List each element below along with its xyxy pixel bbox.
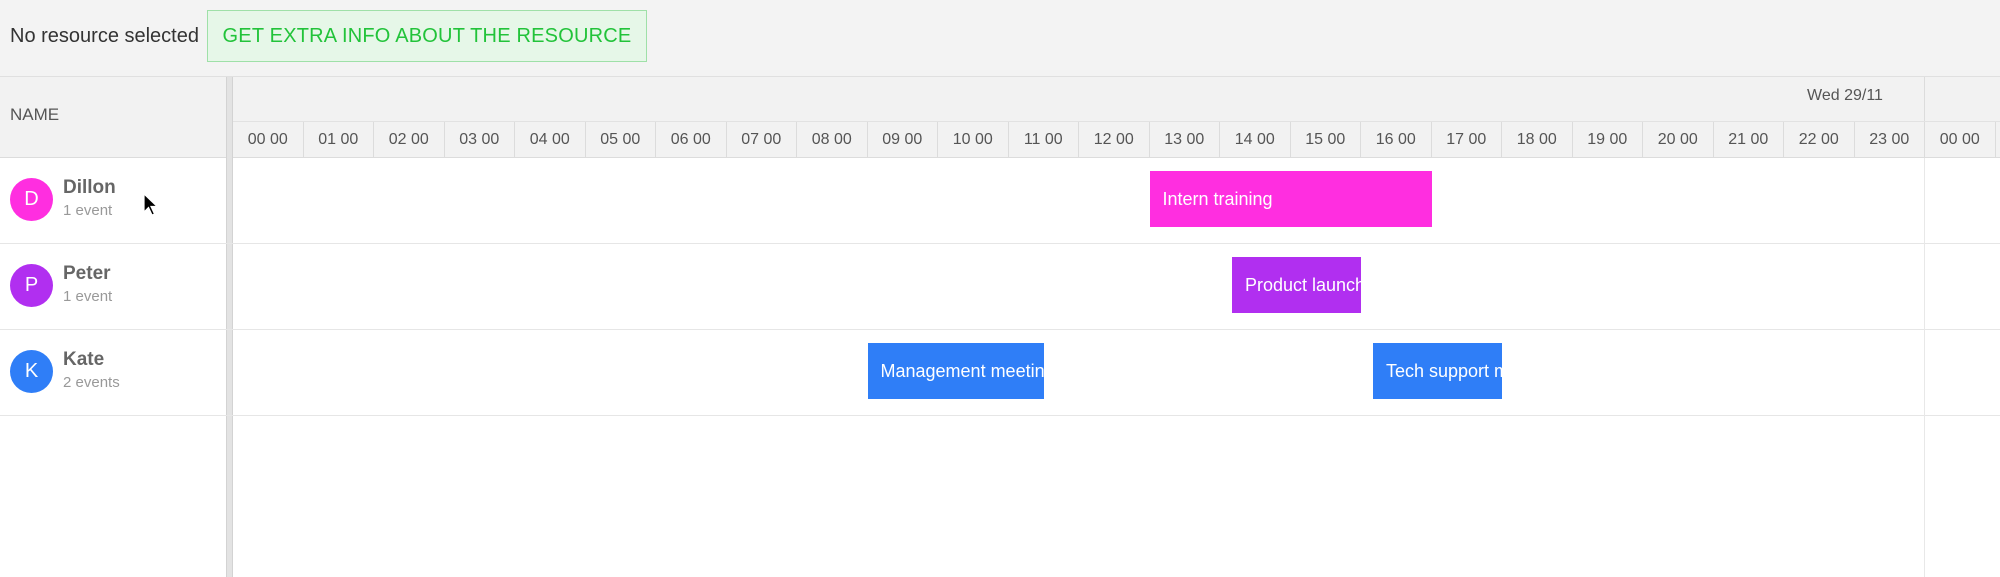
resource-row: P Peter 1 event Product launch <box>0 244 2000 330</box>
hour-cell: 11 00 <box>1009 122 1079 158</box>
resource-name: Dillon <box>63 177 116 198</box>
hour-cell: 15 00 <box>1291 122 1361 158</box>
resource-event-count: 1 event <box>63 288 113 305</box>
hour-cell: 20 00 <box>1643 122 1714 158</box>
day-label: Wed 29/11 <box>1807 87 1883 104</box>
hour-cell: 00 00 <box>233 122 304 158</box>
scheduler-header: NAME Wed 29/11 00 00 01 00 02 00 03 00 04 00… <box>0 77 2000 158</box>
hour-cell: 14 00 <box>1220 122 1291 158</box>
selection-status: No resource selected <box>10 25 199 47</box>
hour-cell: 05 00 <box>586 122 656 158</box>
hour-cell: 03 00 <box>445 122 515 158</box>
hour-cell: 21 00 <box>1714 122 1784 158</box>
resource-event-count: 1 event <box>63 202 113 219</box>
resource-event-count: 2 events <box>63 374 120 391</box>
avatar: D <box>10 178 53 221</box>
hour-cell: 09 00 <box>868 122 938 158</box>
hour-cell: 18 00 <box>1502 122 1573 158</box>
resource-cell[interactable]: P Peter 1 event <box>0 244 226 329</box>
avatar: K <box>10 350 53 393</box>
resource-name: Peter <box>63 263 111 284</box>
event-block[interactable]: Product launch <box>1231 257 1361 313</box>
hour-cell: 10 00 <box>938 122 1009 158</box>
hour-cell: 16 00 <box>1361 122 1432 158</box>
hour-cell: 13 00 <box>1150 122 1220 158</box>
hour-cell: 04 00 <box>515 122 586 158</box>
toolbar: No resource selected GET EXTRA INFO ABOU… <box>0 0 2000 77</box>
hour-cell: 01 00 <box>304 122 374 158</box>
resource-cell[interactable]: K Kate 2 events <box>0 330 226 415</box>
hour-cell: 19 00 <box>1573 122 1643 158</box>
hour-cell: 17 00 <box>1432 122 1502 158</box>
hour-cell: 22 00 <box>1784 122 1855 158</box>
hour-cell: 12 00 <box>1079 122 1150 158</box>
hour-cell: 02 00 <box>374 122 445 158</box>
mouse-pointer-icon <box>143 193 159 216</box>
resource-rows: D Dillon 1 event Intern training P Peter 1 eve… <box>0 158 2000 416</box>
hour-cell: 00 00 <box>1925 122 1996 158</box>
resource-row: K Kate 2 events Management meeting Tech supp… <box>0 330 2000 416</box>
resource-row: D Dillon 1 event Intern training <box>0 158 2000 244</box>
get-extra-info-button[interactable]: GET EXTRA INFO ABOUT THE RESOURCE <box>207 10 647 62</box>
event-block[interactable]: Intern training <box>1149 171 1432 227</box>
name-column-header: NAME <box>10 105 60 124</box>
hour-cell: 08 00 <box>797 122 868 158</box>
event-block[interactable]: Management meeting <box>867 343 1044 399</box>
hour-scale: 00 00 01 00 02 00 03 00 04 00 05 00 06 00 07 00… <box>233 121 2000 158</box>
resource-cell[interactable]: D Dillon 1 event <box>0 158 226 243</box>
hour-cell: 06 00 <box>656 122 727 158</box>
resource-name: Kate <box>63 349 105 370</box>
grid-day-separator <box>1924 158 1925 577</box>
hour-cell: 23 00 <box>1855 122 1925 158</box>
avatar: P <box>10 264 53 307</box>
hour-cell: 07 00 <box>727 122 797 158</box>
event-block[interactable]: Tech support meeting <box>1372 343 1502 399</box>
